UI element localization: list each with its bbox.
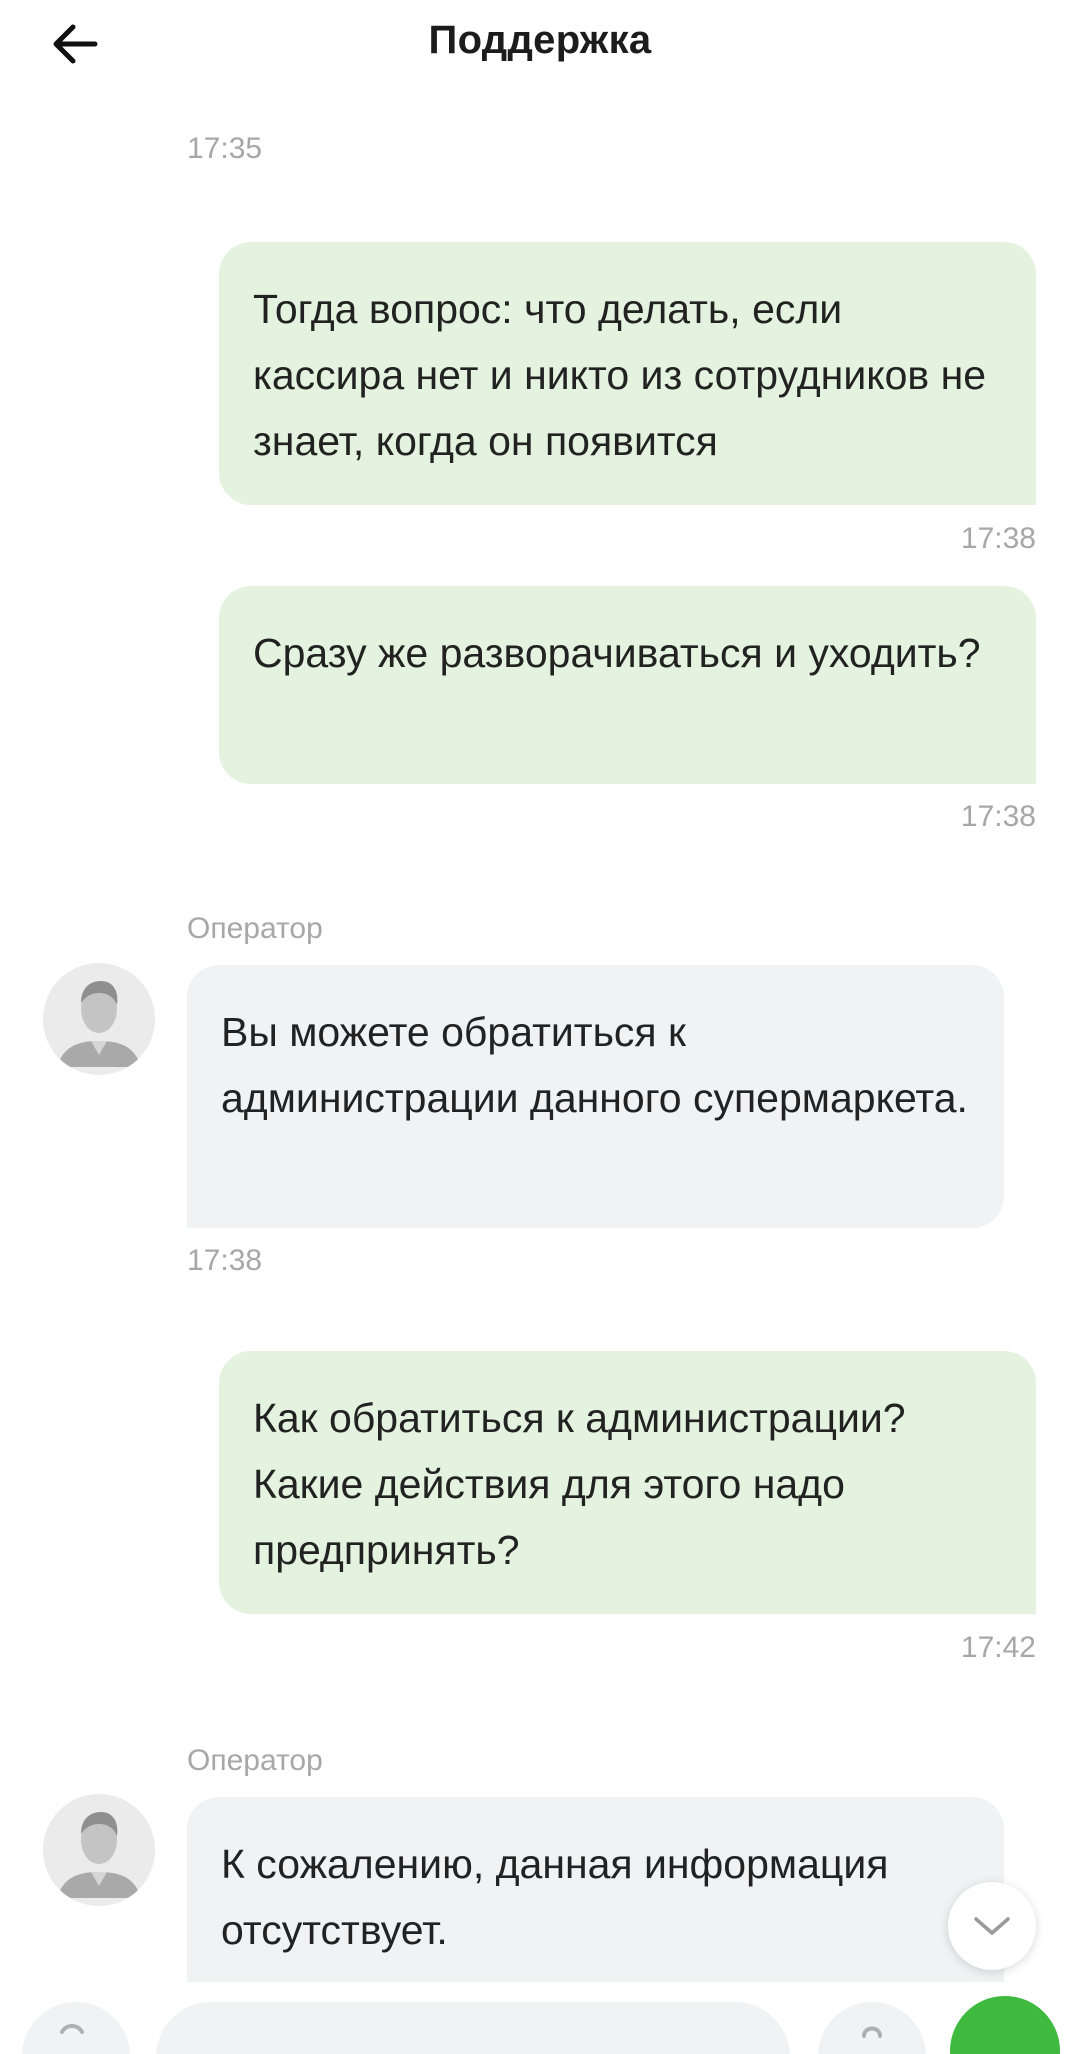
- message-time: 17:42: [960, 1631, 1036, 1664]
- message-time: 17:38: [187, 1244, 263, 1277]
- message-text: Вы можете обратиться к администрации дан…: [221, 1009, 968, 1121]
- incoming-message[interactable]: Вы можете обратиться к администрации дан…: [187, 965, 1004, 1228]
- sender-label: Оператор: [187, 1744, 323, 1777]
- message-time: 17:38: [960, 800, 1036, 833]
- message-input[interactable]: [156, 2002, 790, 2054]
- message-time: 17:35: [187, 132, 263, 165]
- operator-avatar-icon: [43, 1794, 155, 1906]
- header: Поддержка: [0, 0, 1080, 92]
- operator-avatar-icon: [43, 963, 155, 1075]
- sender-label: Оператор: [187, 912, 323, 945]
- page-title: Поддержка: [428, 18, 652, 62]
- send-button[interactable]: [950, 1996, 1060, 2054]
- message-text: Сразу же разворачиваться и уходить?: [253, 630, 981, 676]
- message-time: 17:38: [960, 522, 1036, 555]
- outgoing-message[interactable]: Сразу же разворачиваться и уходить?: [219, 586, 1036, 784]
- chevron-down-icon: [974, 1917, 1010, 1935]
- message-text: Как обратиться к администрации? Какие де…: [253, 1395, 917, 1573]
- attach-button[interactable]: [22, 2002, 130, 2054]
- support-chat-screen: Поддержка 17:35 Тогда вопрос: что делать…: [0, 0, 1080, 2054]
- avatar: [43, 1794, 155, 1906]
- microphone-button[interactable]: [818, 2002, 926, 2054]
- incoming-message[interactable]: К сожалению, данная информация отсутству…: [187, 1797, 1004, 1982]
- message-text: Тогда вопрос: что делать, если кассира н…: [253, 286, 998, 464]
- send-icon: [950, 1996, 1060, 2054]
- message-text: К сожалению, данная информация отсутству…: [221, 1841, 900, 1953]
- attach-icon: [60, 2024, 84, 2034]
- avatar: [43, 963, 155, 1075]
- scroll-down-button[interactable]: [948, 1882, 1036, 1970]
- outgoing-message[interactable]: Тогда вопрос: что делать, если кассира н…: [219, 242, 1036, 505]
- microphone-icon: [862, 2026, 882, 2038]
- outgoing-message[interactable]: Как обратиться к администрации? Какие де…: [219, 1351, 1036, 1614]
- message-input-bar: [0, 1982, 1080, 2054]
